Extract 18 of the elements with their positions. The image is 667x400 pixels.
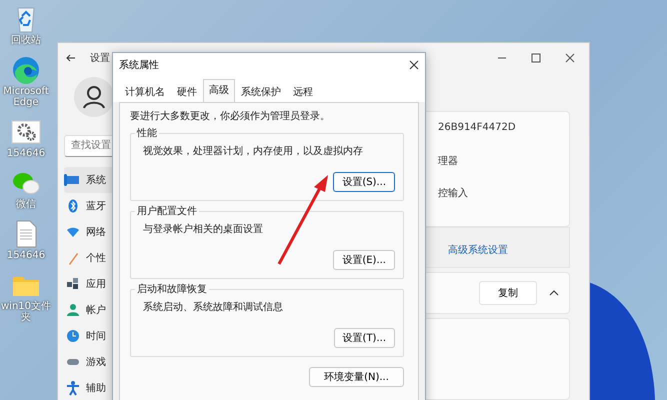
window-title: 设置	[90, 52, 110, 65]
info-text: 理器	[438, 155, 459, 169]
group-title: 启动和故障恢复	[135, 282, 209, 296]
info-text: 26B914F4472D	[438, 122, 517, 135]
desktop-icon-label: 微信	[15, 199, 37, 210]
admin-notice: 要进行大多数更改，你必须作为管理员登录。	[130, 110, 331, 123]
info-text: 控输入	[438, 186, 469, 201]
desktop-icon-label: Microsoft Edge	[2, 86, 50, 108]
group-description: 系统启动、系统故障和调试信息	[143, 300, 284, 314]
group-title: 性能	[135, 126, 159, 140]
group-description: 与登录帐户相关的桌面设置	[143, 222, 264, 236]
dialog-title: 系统属性	[119, 58, 159, 72]
group-title: 用户配置文件	[135, 204, 199, 218]
desktop-icon-label: 154646	[6, 250, 46, 261]
desktop-icon-label: 回收站	[10, 35, 42, 46]
group-description: 视觉效果，处理器计划，内存使用，以及虚拟内存	[143, 144, 364, 158]
desktop-icon-label: 154646	[6, 148, 46, 159]
desktop-icon-label: win10文件夹	[0, 301, 52, 323]
